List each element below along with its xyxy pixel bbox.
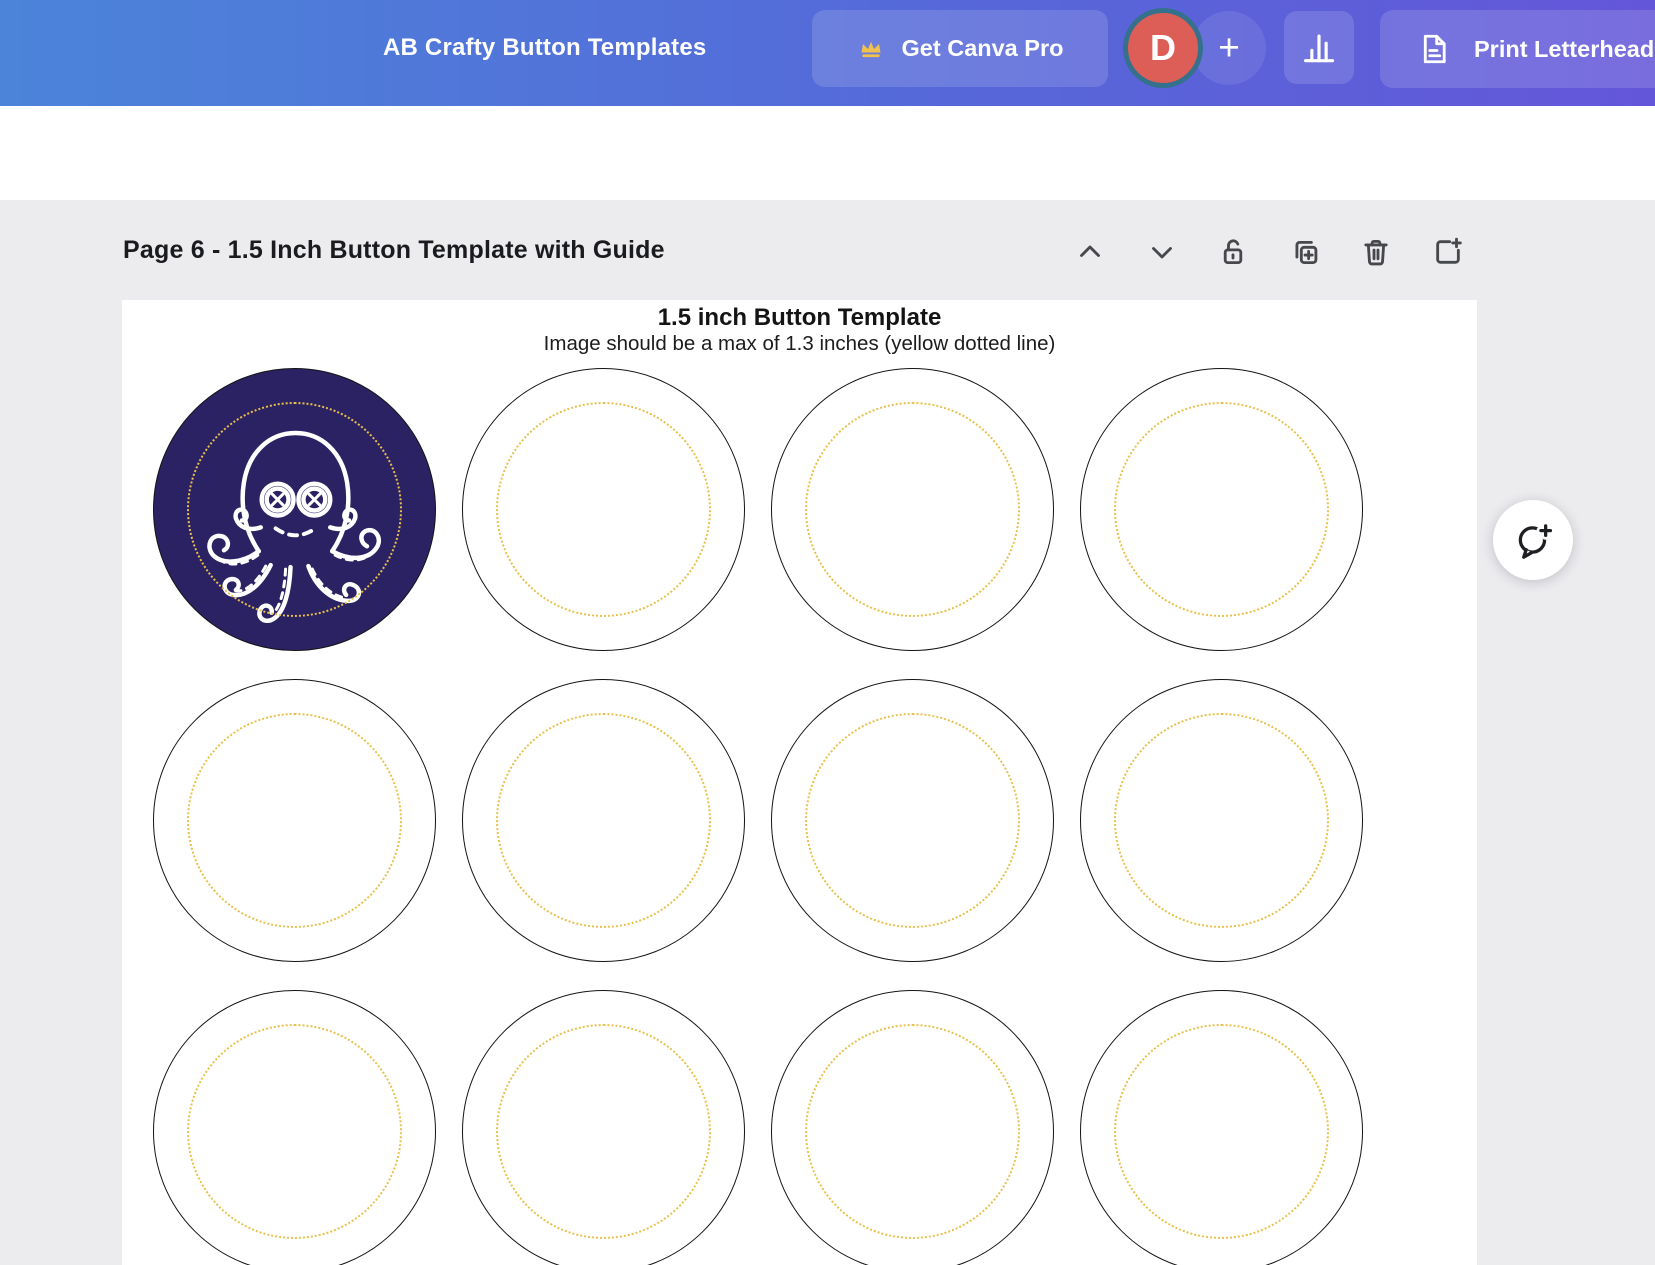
insights-button[interactable]: [1284, 11, 1354, 84]
max-image-guide-circle: [187, 713, 402, 928]
button-grid: [153, 368, 1363, 1265]
max-image-guide-circle: [1114, 713, 1329, 928]
top-bar: AB Crafty Button Templates Get Canva Pro…: [0, 0, 1655, 106]
button-circle-empty[interactable]: [153, 679, 436, 962]
button-circle-empty[interactable]: [771, 679, 1054, 962]
print-letterhead-label: Print Letterhead: [1474, 35, 1655, 62]
button-circle-empty[interactable]: [462, 679, 745, 962]
max-image-guide-circle: [496, 1024, 711, 1239]
button-circle-empty[interactable]: [1080, 368, 1363, 651]
page-actions: [1068, 230, 1470, 274]
button-circle-empty[interactable]: [462, 368, 745, 651]
chevron-down-icon: [1151, 247, 1172, 259]
add-comment-button[interactable]: [1493, 500, 1573, 580]
canva-editor: AB Crafty Button Templates Get Canva Pro…: [0, 0, 1655, 1265]
add-member-button[interactable]: +: [1192, 11, 1266, 85]
add-comment-icon: [1518, 521, 1555, 559]
button-circle-empty[interactable]: [1080, 990, 1363, 1265]
max-image-guide-circle: [805, 713, 1020, 928]
button-circle-empty[interactable]: [771, 990, 1054, 1265]
avatar-letter: D: [1150, 27, 1176, 68]
design-title[interactable]: AB Crafty Button Templates: [383, 33, 706, 63]
max-image-guide-circle: [187, 402, 402, 617]
get-canva-pro-label: Get Canva Pro: [901, 35, 1064, 61]
max-image-guide-circle: [1114, 1024, 1329, 1239]
button-circle-empty[interactable]: [462, 990, 745, 1265]
max-image-guide-circle: [496, 402, 711, 617]
move-page-down-button[interactable]: [1140, 230, 1184, 274]
button-circle-empty[interactable]: [1080, 679, 1363, 962]
unlock-icon: [1223, 239, 1243, 265]
add-page-icon: [1436, 237, 1462, 264]
button-circle-empty[interactable]: [771, 368, 1054, 651]
chevron-up-icon: [1080, 245, 1100, 257]
page-title: Page 6 - 1.5 Inch Button Template with G…: [123, 236, 665, 264]
button-circle-filled[interactable]: [153, 368, 436, 651]
add-page-button[interactable]: [1426, 230, 1470, 274]
avatar[interactable]: D: [1123, 8, 1203, 88]
button-circle-empty[interactable]: [153, 990, 436, 1265]
lock-page-button[interactable]: [1211, 230, 1255, 274]
move-page-up-button[interactable]: [1068, 230, 1112, 274]
max-image-guide-circle: [805, 1024, 1020, 1239]
bar-chart-icon: [1303, 34, 1335, 62]
print-letterhead-button[interactable]: Print Letterhead: [1380, 10, 1655, 88]
duplicate-page-button[interactable]: [1283, 230, 1327, 274]
workspace: Page 6 - 1.5 Inch Button Template with G…: [0, 200, 1655, 1265]
max-image-guide-circle: [187, 1024, 402, 1239]
template-title: 1.5 inch Button Template: [657, 304, 942, 331]
crown-icon: [861, 41, 881, 57]
design-page[interactable]: 1.5 inch Button Template Image should be…: [122, 300, 1477, 1265]
document-icon: [1423, 34, 1446, 64]
plus-icon: +: [1218, 27, 1240, 68]
max-image-guide-circle: [1114, 402, 1329, 617]
max-image-guide-circle: [496, 713, 711, 928]
toolbar-strip: [0, 106, 1655, 200]
trash-icon: [1364, 239, 1388, 266]
delete-page-button[interactable]: [1354, 230, 1398, 274]
max-image-guide-circle: [805, 402, 1020, 617]
get-canva-pro-button[interactable]: Get Canva Pro: [812, 10, 1108, 87]
duplicate-page-icon: [1295, 240, 1318, 265]
template-subtitle: Image should be a max of 1.3 inches (yel…: [543, 332, 1056, 355]
